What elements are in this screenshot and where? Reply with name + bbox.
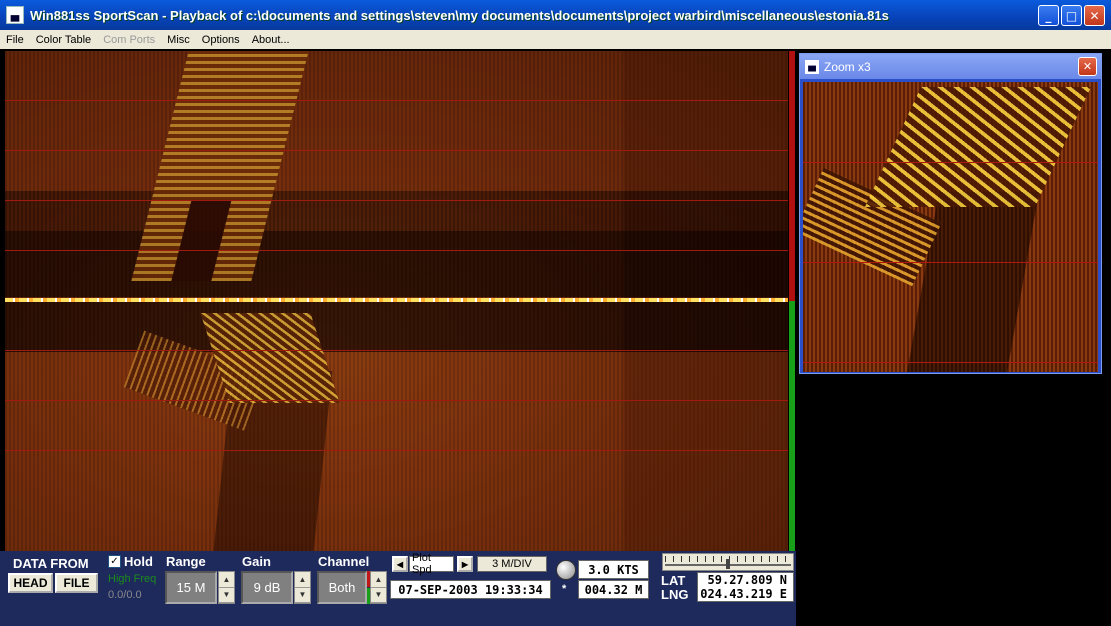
lat-value: 59.27.809 N bbox=[707, 573, 787, 587]
position-display: 59.27.809 N 024.43.219 E bbox=[697, 572, 794, 602]
maximize-icon: □ bbox=[1065, 8, 1078, 23]
empty-area bbox=[796, 376, 1111, 626]
plot-speed-right-button[interactable]: ▶ bbox=[457, 556, 473, 572]
channel-spinner[interactable]: ▲ ▼ bbox=[370, 571, 387, 604]
maximize-button[interactable]: □ bbox=[1061, 5, 1082, 26]
zoom-title: Zoom x3 bbox=[824, 59, 871, 74]
playback-slider[interactable] bbox=[662, 553, 794, 571]
channel-value: Both bbox=[317, 571, 367, 604]
gain-spinner[interactable]: ▲ ▼ bbox=[294, 571, 311, 604]
grid-line bbox=[5, 350, 788, 351]
spin-down-icon[interactable]: ▼ bbox=[219, 588, 234, 603]
range-label: Range bbox=[166, 554, 206, 569]
plot-speed-field[interactable]: Plot Spd bbox=[409, 552, 454, 576]
range-value: 15 M bbox=[165, 571, 217, 604]
title-bar: ▄ Win881ss SportScan - Playback of c:\do… bbox=[0, 0, 1111, 30]
high-freq-label: High Freq bbox=[108, 573, 157, 585]
signal-meter-fill bbox=[789, 301, 795, 551]
file-button[interactable]: FILE bbox=[55, 573, 98, 593]
lng-value: 024.43.219 E bbox=[700, 587, 787, 601]
zoom-app-icon: ▄ bbox=[805, 59, 819, 74]
hold-checkbox[interactable]: ✓ bbox=[108, 555, 121, 568]
menu-options[interactable]: Options bbox=[196, 34, 246, 46]
speed-display: 3.0 KTS bbox=[578, 560, 649, 579]
close-icon: ✕ bbox=[1089, 8, 1100, 23]
channel-label: Channel bbox=[318, 554, 370, 569]
zoom-grid-line bbox=[803, 362, 1098, 363]
sonar-nadir-line bbox=[5, 298, 788, 302]
arrow-left-icon: ◀ bbox=[396, 559, 404, 569]
sonar-band-lower bbox=[5, 352, 788, 551]
data-from-label: DATA FROM bbox=[13, 556, 89, 571]
asterisk-icon: * bbox=[562, 583, 567, 595]
check-icon: ✓ bbox=[110, 556, 119, 567]
grid-line bbox=[5, 150, 788, 151]
minimize-button[interactable]: _ bbox=[1038, 5, 1059, 26]
date-time-display: 07-SEP-2003 19:33:34 bbox=[390, 580, 551, 599]
head-button[interactable]: HEAD bbox=[8, 573, 53, 593]
spin-up-icon[interactable]: ▲ bbox=[219, 572, 234, 588]
range-spinner[interactable]: ▲ ▼ bbox=[218, 571, 235, 604]
close-icon: ✕ bbox=[1082, 60, 1093, 73]
sonar-water-column-bottom bbox=[5, 302, 788, 352]
sonar-water-column-top bbox=[5, 231, 788, 297]
app-icon: ▄ bbox=[6, 6, 24, 24]
menu-color-table[interactable]: Color Table bbox=[30, 34, 97, 46]
zoom-grid-line bbox=[803, 262, 1098, 263]
window-title: Win881ss SportScan - Playback of c:\docu… bbox=[30, 7, 889, 23]
grid-line bbox=[5, 100, 788, 101]
grid-line bbox=[5, 400, 788, 401]
plot-speed-left-button[interactable]: ◀ bbox=[392, 556, 408, 572]
zoom-close-button[interactable]: ✕ bbox=[1078, 57, 1097, 76]
gain-value: 9 dB bbox=[241, 571, 293, 604]
zoom-window[interactable]: ▄ Zoom x3 ✕ bbox=[799, 53, 1102, 374]
menu-file[interactable]: File bbox=[0, 34, 30, 46]
spin-up-icon[interactable]: ▲ bbox=[371, 572, 386, 588]
zoom-wreck-main bbox=[865, 87, 1091, 207]
menu-bar: File Color Table Com Ports Misc Options … bbox=[0, 30, 1111, 49]
zoom-grid-line bbox=[803, 162, 1098, 163]
spin-down-icon[interactable]: ▼ bbox=[295, 588, 310, 603]
speed-knob-icon[interactable] bbox=[556, 560, 576, 580]
grid-line bbox=[5, 450, 788, 451]
zoom-image[interactable] bbox=[803, 82, 1098, 372]
gain-label: Gain bbox=[242, 554, 271, 569]
menu-com-ports[interactable]: Com Ports bbox=[97, 34, 161, 46]
sonar-wreck-gap bbox=[171, 201, 232, 281]
arrow-right-icon: ▶ bbox=[461, 559, 469, 569]
div-scale: 3 M/DIV bbox=[477, 556, 547, 572]
lat-label: LAT bbox=[661, 573, 686, 588]
distance-display: 004.32 M bbox=[578, 580, 649, 599]
spin-down-icon[interactable]: ▼ bbox=[371, 588, 386, 603]
spin-up-icon[interactable]: ▲ bbox=[295, 572, 310, 588]
signal-meter bbox=[789, 51, 795, 551]
grid-line bbox=[5, 200, 788, 201]
sonar-display[interactable] bbox=[5, 51, 788, 551]
hold-label: Hold bbox=[124, 554, 153, 569]
sonar-band-shadow bbox=[5, 191, 788, 231]
grid-line bbox=[5, 250, 788, 251]
zoom-title-bar[interactable]: ▄ Zoom x3 ✕ bbox=[800, 54, 1101, 79]
high-freq-value: 0.0/0.0 bbox=[108, 589, 142, 601]
menu-misc[interactable]: Misc bbox=[161, 34, 196, 46]
menu-about[interactable]: About... bbox=[246, 34, 296, 46]
window-buttons: _ □ ✕ bbox=[1038, 5, 1105, 26]
sonar-band-upper bbox=[5, 51, 788, 191]
slider-thumb[interactable] bbox=[726, 559, 730, 569]
minimize-icon: _ bbox=[1045, 8, 1052, 23]
close-button[interactable]: ✕ bbox=[1084, 5, 1105, 26]
lng-label: LNG bbox=[661, 587, 689, 602]
